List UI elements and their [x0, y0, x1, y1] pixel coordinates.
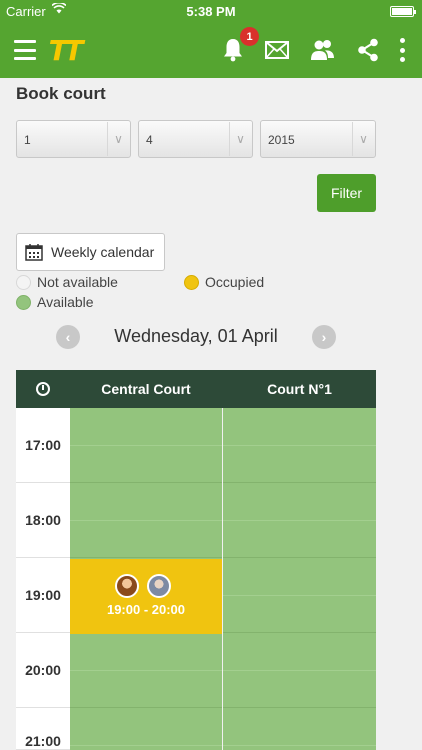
legend-not-available-label: Not available	[37, 274, 118, 290]
central-court-header: Central Court	[101, 381, 191, 397]
slot-available[interactable]	[223, 708, 376, 750]
not-available-dot	[16, 274, 31, 290]
available-dot	[16, 294, 31, 310]
time-label: 18:00	[16, 483, 70, 558]
weekly-calendar-label: Weekly calendar	[51, 244, 155, 260]
weekly-calendar-button[interactable]: Weekly calendar	[16, 233, 165, 271]
month-select[interactable]: 4 ∨	[138, 120, 253, 158]
legend-occupied-label: Occupied	[205, 274, 265, 290]
month-select-value: 4	[146, 133, 153, 147]
calendar-header: Central Court Court N°1	[16, 370, 376, 408]
legend-available-label: Available	[37, 294, 94, 310]
legend-not-available: Not available	[16, 274, 118, 290]
battery-icon	[390, 6, 416, 17]
year-select-value: 2015	[268, 133, 295, 147]
slot-available[interactable]	[223, 633, 376, 708]
slot-available[interactable]	[223, 558, 376, 633]
users-icon[interactable]	[310, 37, 336, 63]
calendar-icon	[25, 244, 43, 261]
court-1-column	[223, 408, 376, 750]
slot-available[interactable]	[70, 408, 222, 483]
chevron-down-icon: ∨	[229, 122, 251, 156]
slot-available[interactable]	[70, 483, 222, 558]
occupied-dot	[184, 274, 199, 290]
time-label: 20:00	[16, 633, 70, 708]
chevron-down-icon: ∨	[107, 122, 129, 156]
day-select-value: 1	[24, 133, 31, 147]
day-select[interactable]: 1 ∨	[16, 120, 131, 158]
menu-icon[interactable]	[14, 40, 36, 60]
time-column: 17:00 18:00 19:00 20:00 21:00	[16, 408, 70, 750]
year-select[interactable]: 2015 ∨	[260, 120, 376, 158]
filter-button[interactable]: Filter	[317, 174, 376, 212]
app-logo[interactable]: TT	[48, 34, 84, 67]
time-label: 21:00	[16, 708, 70, 750]
chevron-down-icon: ∨	[352, 122, 374, 156]
current-date-label: Wednesday, 01 April	[114, 326, 278, 346]
notification-badge[interactable]: 1	[240, 27, 259, 46]
clock-icon	[36, 382, 50, 396]
legend-available: Available	[16, 294, 94, 310]
page-title: Book court	[16, 84, 106, 103]
next-day-icon[interactable]: ›	[312, 325, 336, 349]
time-label: 17:00	[16, 408, 70, 483]
date-navigation: ‹ Wednesday, 01 April ›	[56, 324, 336, 350]
time-label: 19:00	[16, 558, 70, 633]
slot-available[interactable]	[70, 633, 222, 708]
legend-occupied: Occupied	[184, 274, 264, 290]
status-bar: Carrier 5:38 PM	[0, 0, 422, 22]
more-vertical-icon[interactable]	[392, 38, 412, 62]
share-icon[interactable]	[356, 37, 380, 63]
avatar	[115, 574, 139, 598]
slot-available[interactable]	[223, 408, 376, 483]
time-column-header	[16, 370, 70, 408]
booking-block[interactable]: 19:00 - 20:00	[70, 559, 222, 634]
slot-available[interactable]	[223, 483, 376, 558]
booking-time: 19:00 - 20:00	[106, 602, 186, 617]
slot-available[interactable]	[70, 708, 222, 750]
top-navbar: TT 1	[0, 22, 422, 78]
avatar	[147, 574, 171, 598]
mail-icon[interactable]	[264, 38, 290, 62]
court-1-header: Court N°1	[267, 381, 332, 397]
status-time: 5:38 PM	[186, 4, 236, 19]
